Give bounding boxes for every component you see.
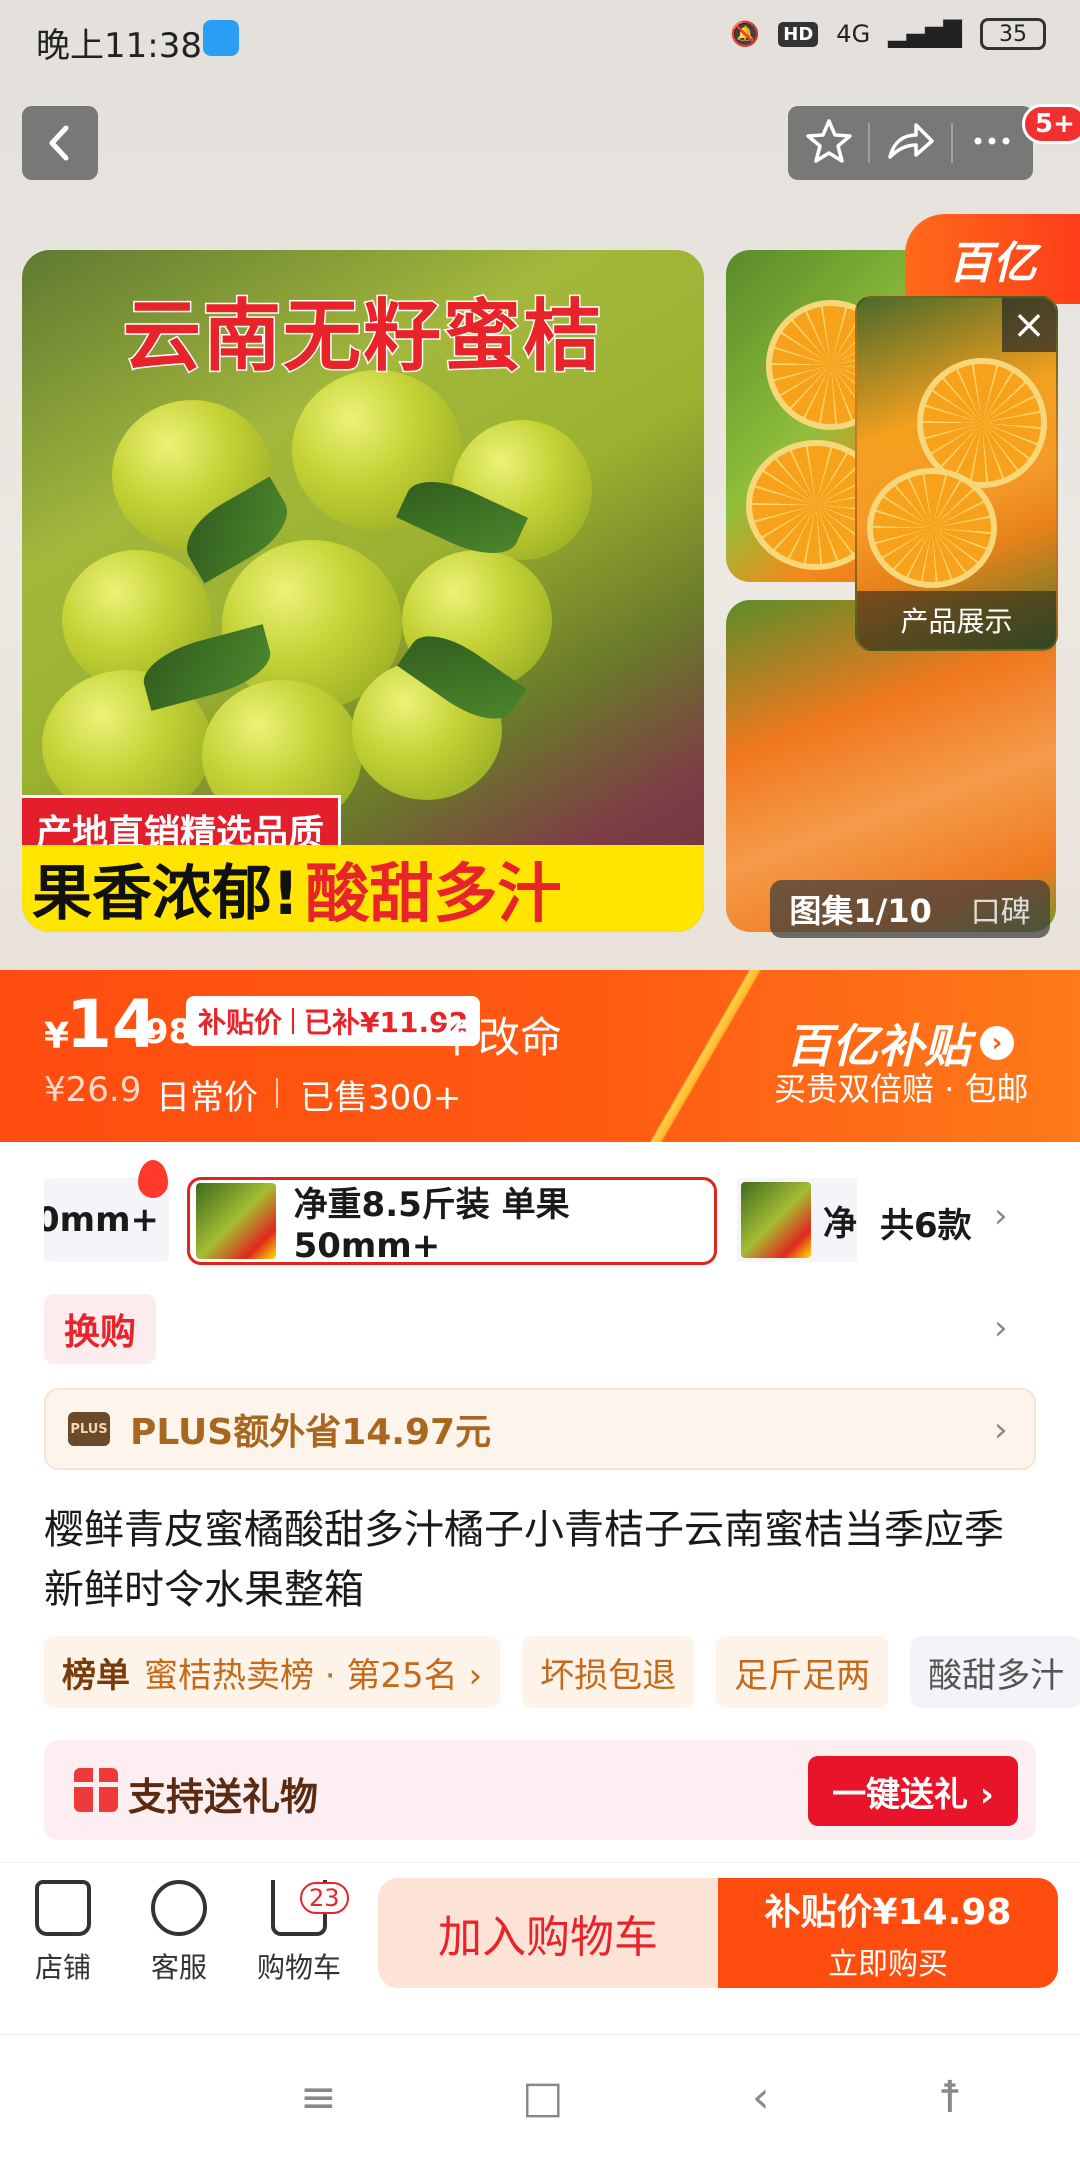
subsidy-label: 补贴价 (198, 1006, 283, 1039)
accessibility-icon[interactable]: ☨ (938, 2072, 962, 2123)
chevron-right-icon[interactable]: › (994, 1308, 1008, 1348)
swap-purchase-button[interactable]: 换购 (44, 1294, 156, 1364)
ranking-label: 榜单 (62, 1655, 130, 1696)
signal-label: 4G (836, 20, 871, 48)
daily-price-label: 日常价 (156, 1078, 258, 1118)
cart-count-badge: 23 (300, 1882, 349, 1914)
plus-savings-text: PLUS额外省14.97元 (130, 1412, 492, 1453)
send-gift-button[interactable]: 一键送礼 › (808, 1756, 1018, 1826)
gift-icon (74, 1768, 118, 1812)
variant-count[interactable]: 共6款 (880, 1198, 972, 1247)
product-tags: 榜单 蜜桔热卖榜 · 第25名 › 坏损包退 足斤足两 酸甜多汁 (44, 1636, 1080, 1708)
image-banner: 果香浓郁! 酸甜多汁 (22, 845, 704, 932)
reviews-tab[interactable]: 口碑 (971, 887, 1031, 931)
plus-membership-icon: PLUS (68, 1412, 110, 1446)
variant-option-selected[interactable]: 净重8.5斤装 单果50mm+ (187, 1177, 717, 1266)
smiley-service-icon (151, 1880, 207, 1936)
more-icon[interactable] (968, 117, 1016, 169)
buy-price: 补贴价¥14.98 (764, 1892, 1012, 1933)
ranking-tag[interactable]: 榜单 蜜桔热卖榜 · 第25名 › (44, 1636, 501, 1708)
top-actions (788, 106, 1033, 180)
tag-return[interactable]: 坏损包退 (522, 1636, 695, 1708)
floating-video-label: 产品展示 (857, 591, 1056, 649)
variant-thumbnail (741, 1182, 811, 1258)
close-icon[interactable]: × (1002, 298, 1056, 352)
floating-video[interactable]: × 产品展示 (855, 296, 1058, 651)
brand-corner-logo: 百亿 (905, 214, 1080, 304)
app-notification-icon (203, 20, 239, 56)
message-badge: 5+ (1022, 104, 1080, 144)
signal-icon: ▂▄▆█ (888, 20, 962, 48)
battery-icon: 35 (980, 18, 1046, 50)
tag-taste[interactable]: 酸甜多汁 (910, 1636, 1080, 1708)
lightning-decoration (650, 970, 770, 1142)
mute-bell-icon: 🔕 (730, 20, 761, 48)
chevron-right-icon[interactable]: › (994, 1196, 1008, 1236)
ranking-value: 蜜桔热卖榜 · 第25名 › (144, 1655, 483, 1696)
back-button[interactable] (22, 106, 98, 180)
variant-label: 净重8.5斤装 单果50mm+ (293, 1184, 570, 1266)
image-banner-left: 果香浓郁! (32, 859, 300, 929)
chevron-right-icon[interactable]: › (994, 1410, 1008, 1450)
sold-count: 已售300+ (300, 1078, 462, 1118)
gallery-count[interactable]: 图集1/10 (789, 886, 932, 932)
add-to-cart-button[interactable]: 加入购物车 (378, 1878, 718, 1988)
status-indicators: 🔕 HD 4G ▂▄▆█ 35 (730, 18, 1046, 50)
customer-service-button[interactable]: 客服 (124, 1880, 234, 1986)
plus-savings-row[interactable]: PLUS PLUS额外省14.97元 (44, 1388, 1036, 1470)
variant-option[interactable]: 净 (737, 1178, 857, 1262)
gift-text: 支持送礼物 (128, 1775, 319, 1819)
gallery-indicator[interactable]: 图集1/10 口碑 (770, 880, 1050, 938)
hd-icon: HD (778, 21, 819, 47)
store-icon (35, 1880, 91, 1936)
product-main-image[interactable]: 云南无籽蜜桔 产地直销精选品质 果香浓郁! 酸甜多汁 (22, 250, 704, 932)
divider (951, 123, 954, 163)
tag-weight[interactable]: 足斤足两 (716, 1636, 889, 1708)
price-decimal: .98 (132, 1012, 193, 1052)
variant-thumbnail (196, 1183, 276, 1259)
service-label: 客服 (150, 1951, 207, 1984)
image-banner-right: 酸甜多汁 (305, 857, 562, 932)
chevron-right-icon: › (980, 1026, 1014, 1060)
share-icon[interactable] (884, 117, 936, 169)
buy-now-button[interactable]: 补贴价¥14.98 立即购买 (718, 1878, 1058, 1988)
buy-now-label: 立即购买 (828, 1947, 948, 1982)
subsidy-brand-subtitle: 买贵双倍赔 · 包邮 (774, 1070, 1029, 1108)
status-bar: 晚上11:38 🔕 HD 4G ▂▄▆█ 35 (0, 0, 1080, 80)
status-time: 晚上11:38 (36, 26, 202, 66)
gift-row: 支持送礼物 一键送礼 › (44, 1740, 1036, 1840)
menu-icon[interactable]: ≡ (300, 2072, 337, 2123)
cart-label: 购物车 (256, 1951, 341, 1984)
divider (292, 1008, 295, 1034)
divider (276, 1078, 278, 1108)
store-button[interactable]: 店铺 (8, 1880, 118, 1986)
product-title: 樱鲜青皮蜜橘酸甜多汁橘子小青桔子云南蜜桔当季应季新鲜时令水果整箱 (44, 1507, 1004, 1613)
home-square-icon[interactable]: □ (522, 2072, 564, 2123)
favorite-star-icon[interactable] (805, 117, 853, 169)
hot-flame-icon (138, 1160, 168, 1198)
store-label: 店铺 (34, 1951, 91, 1984)
back-chevron-icon[interactable]: ‹ (752, 2072, 770, 2123)
image-title: 云南无籽蜜桔 (121, 291, 603, 384)
divider (867, 123, 870, 163)
chevron-left-icon (49, 125, 69, 161)
price-slogan: 不改命 (436, 1013, 563, 1062)
original-price: ¥26.9 (44, 1070, 142, 1110)
